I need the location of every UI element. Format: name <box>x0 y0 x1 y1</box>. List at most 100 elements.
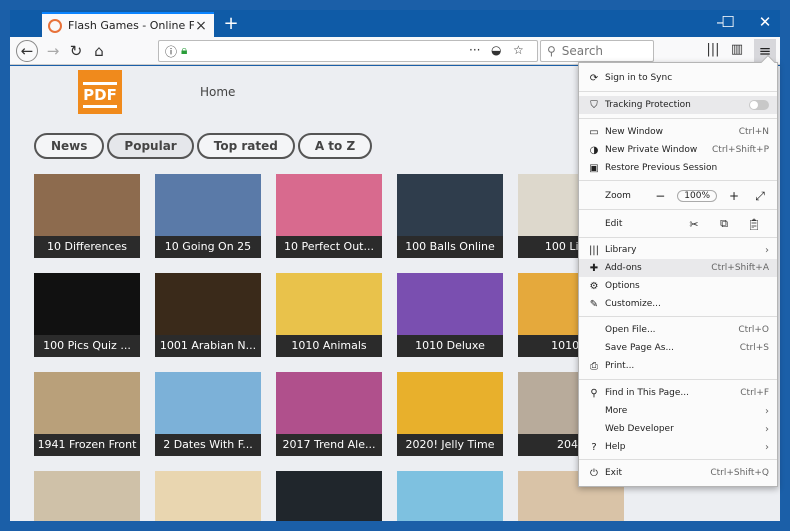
menu-library[interactable]: ||| Library › <box>579 241 777 259</box>
menu-add-ons[interactable]: ✚ Add-ons Ctrl+Shift+A <box>579 259 777 277</box>
menu-open-file[interactable]: Open File... Ctrl+O <box>579 321 777 339</box>
search-icon: ⚲ <box>547 44 556 58</box>
page-actions-icon[interactable]: ··· <box>469 43 480 57</box>
forward-icon[interactable]: → <box>42 40 64 62</box>
game-card[interactable]: 2017 Trend Ale... <box>276 372 382 456</box>
menu-new-private-window[interactable]: ◑ New Private Window Ctrl+Shift+P <box>579 141 777 159</box>
paintbrush-icon: ✎ <box>589 298 599 310</box>
help-icon: ? <box>591 441 597 453</box>
back-icon[interactable]: ← <box>16 40 38 62</box>
search-icon: ⚲ <box>590 387 598 399</box>
home-link[interactable]: Home <box>200 85 235 99</box>
menu-sign-in[interactable]: ⟳ Sign in to Sync <box>579 69 777 87</box>
game-thumbnail <box>397 372 503 434</box>
private-mask-icon: ◑ <box>589 144 599 156</box>
game-thumbnail <box>155 273 261 335</box>
game-card[interactable]: 10 Differences <box>34 174 140 258</box>
copy-icon[interactable]: ⧉ <box>709 217 739 231</box>
menu-help[interactable]: ? Help › <box>579 438 777 456</box>
game-card[interactable] <box>34 471 140 521</box>
power-icon: ⏻ <box>590 467 598 479</box>
new-tab-icon[interactable]: + <box>222 13 240 34</box>
game-title: 1010 Animals <box>276 335 382 357</box>
menu-restore-session[interactable]: ▣ Restore Previous Session <box>579 159 777 177</box>
game-card[interactable] <box>155 471 261 521</box>
menu-new-window[interactable]: ▭ New Window Ctrl+N <box>579 123 777 141</box>
menu-print[interactable]: ⎙ Print... <box>579 357 777 375</box>
game-card[interactable]: 100 Balls Online <box>397 174 503 258</box>
search-input[interactable]: ⚲ Search <box>540 40 654 62</box>
game-thumbnail <box>155 372 261 434</box>
sidebar-icon[interactable]: ▥ <box>728 42 746 57</box>
game-card[interactable]: 1010 Deluxe <box>397 273 503 357</box>
zoom-in-icon[interactable]: + <box>725 189 743 203</box>
game-thumbnail <box>397 174 503 236</box>
game-title: 1941 Frozen Front <box>34 434 140 456</box>
pocket-icon[interactable]: ◒ <box>491 43 501 57</box>
home-icon[interactable]: ⌂ <box>88 40 110 62</box>
cut-icon[interactable]: ✂ <box>679 218 709 231</box>
paste-icon[interactable]: 📋︎ <box>739 218 769 231</box>
game-card[interactable]: 1010 Animals <box>276 273 382 357</box>
gear-icon: ⚙ <box>589 280 599 292</box>
game-thumbnail <box>276 471 382 521</box>
shield-icon: ⛉ <box>590 99 598 111</box>
zoom-level[interactable]: 100% <box>677 190 717 202</box>
bookmark-star-icon[interactable]: ☆ <box>513 43 524 57</box>
library-icon: ||| <box>588 244 600 256</box>
browser-tab[interactable]: Flash Games - Online Flash Games × <box>42 12 214 37</box>
close-window-icon[interactable]: ✕ <box>755 13 775 31</box>
game-thumbnail <box>34 471 140 521</box>
site-logo[interactable]: PDF <box>78 70 122 114</box>
info-icon[interactable]: ⓘ <box>165 43 177 60</box>
game-title: 2017 Trend Ale... <box>276 434 382 456</box>
restore-icon: ▣ <box>589 162 599 174</box>
filter-top-rated[interactable]: Top rated <box>196 133 295 159</box>
menu-customize[interactable]: ✎ Customize... <box>579 295 777 313</box>
menu-more[interactable]: More › <box>579 402 777 420</box>
menu-find[interactable]: ⚲ Find in This Page... Ctrl+F <box>579 384 777 402</box>
filter-news[interactable]: News <box>34 133 105 159</box>
app-menu: ⟳ Sign in to Sync ⛉ Tracking Protection ▭ N… <box>578 54 778 487</box>
game-title: 100 Pics Quiz ... <box>34 335 140 357</box>
title-bar: Flash Games - Online Flash Games × + – ☐… <box>10 10 780 37</box>
menu-exit[interactable]: ⏻ Exit Ctrl+Shift+Q <box>579 464 777 482</box>
chevron-right-icon: › <box>765 244 769 256</box>
fullscreen-icon[interactable]: ⤢ <box>751 189 769 204</box>
game-title: 2 Dates With F... <box>155 434 261 456</box>
close-tab-icon[interactable]: × <box>194 18 208 34</box>
game-thumbnail <box>276 372 382 434</box>
library-icon[interactable]: ||| <box>704 42 722 57</box>
filter-a-to-z[interactable]: A to Z <box>297 133 373 159</box>
game-title: 1010 Deluxe <box>397 335 503 357</box>
menu-save-page[interactable]: Save Page As... Ctrl+S <box>579 339 777 357</box>
game-card[interactable] <box>276 471 382 521</box>
site-favicon-icon <box>48 18 62 33</box>
maximize-icon[interactable]: ☐ <box>718 13 738 31</box>
chevron-right-icon: › <box>765 423 769 435</box>
filter-popular[interactable]: Popular <box>107 133 194 159</box>
game-card[interactable] <box>397 471 503 521</box>
reload-icon[interactable]: ↻ <box>65 40 87 62</box>
game-card[interactable]: 2 Dates With F... <box>155 372 261 456</box>
menu-tracking-protection[interactable]: ⛉ Tracking Protection <box>579 96 777 114</box>
game-thumbnail <box>155 471 261 521</box>
game-title: 2020! Jelly Time <box>397 434 503 456</box>
menu-options[interactable]: ⚙ Options <box>579 277 777 295</box>
game-card[interactable]: 1001 Arabian N... <box>155 273 261 357</box>
game-card[interactable]: 100 Pics Quiz ... <box>34 273 140 357</box>
game-title: 10 Differences <box>34 236 140 258</box>
zoom-out-icon[interactable]: − <box>651 189 669 203</box>
game-card[interactable]: 10 Perfect Out... <box>276 174 382 258</box>
game-card[interactable]: 1941 Frozen Front <box>34 372 140 456</box>
address-bar[interactable]: ⓘ 🔒︎ ··· ◒ ☆ <box>158 40 538 62</box>
game-card[interactable]: 10 Going On 25 <box>155 174 261 258</box>
game-thumbnail <box>397 273 503 335</box>
search-placeholder: Search <box>561 44 604 58</box>
game-thumbnail <box>34 372 140 434</box>
menu-web-developer[interactable]: Web Developer › <box>579 420 777 438</box>
nav-bar: ← → ↻ ⌂ ⓘ 🔒︎ ··· ◒ ☆ ⚲ Search ||| ▥ ≡ <box>10 37 780 65</box>
tracking-toggle[interactable] <box>749 100 769 110</box>
chevron-right-icon: › <box>765 441 769 453</box>
game-card[interactable]: 2020! Jelly Time <box>397 372 503 456</box>
